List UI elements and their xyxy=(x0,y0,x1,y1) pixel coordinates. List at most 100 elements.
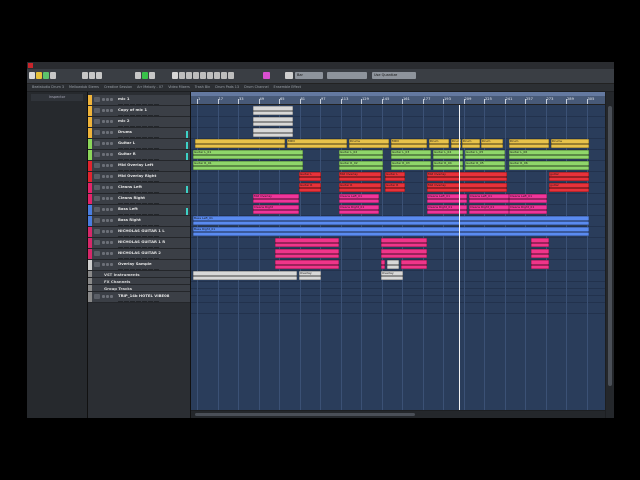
event-part[interactable] xyxy=(193,271,297,280)
zoom-tool[interactable] xyxy=(207,72,213,79)
track-name[interactable]: mic 2 xyxy=(118,118,129,123)
event-part[interactable] xyxy=(531,260,549,269)
track-name[interactable]: Mid Overlay Left xyxy=(118,162,153,167)
track-row[interactable]: TRIP_14b HOTEL VIBE08 xyxy=(88,292,190,303)
track-row[interactable]: Guitar L xyxy=(88,139,190,150)
track-monitor-button[interactable] xyxy=(94,251,100,256)
track-name[interactable]: FX Channels xyxy=(104,279,130,284)
track-row[interactable]: Cleans Left xyxy=(88,183,190,194)
track-mute-solo-buttons[interactable] xyxy=(102,229,116,233)
event-part[interactable]: guitar xyxy=(549,172,589,181)
track-mute-solo-buttons[interactable] xyxy=(102,294,116,298)
track-controls[interactable] xyxy=(118,300,160,302)
transport-rewind-button[interactable] xyxy=(82,72,88,79)
track-row[interactable]: Group Tracks xyxy=(88,285,190,292)
track-mute-solo-buttons[interactable] xyxy=(102,130,116,134)
track-monitor-button[interactable] xyxy=(94,196,100,201)
track-name[interactable]: Bass Right xyxy=(118,217,141,222)
split-tool[interactable] xyxy=(186,72,192,79)
event-display[interactable]: MIDI Drums MIDI Drum Drum Drum Drum Drum Drums Gu… xyxy=(191,105,605,410)
constrain-delay-button[interactable] xyxy=(36,72,42,79)
track-monitor-button[interactable] xyxy=(94,130,100,135)
track-monitor-button[interactable] xyxy=(94,163,100,168)
track-monitor-button[interactable] xyxy=(94,108,100,113)
track-mute-solo-buttons[interactable] xyxy=(102,108,116,112)
locator-range[interactable] xyxy=(191,92,605,96)
event-part[interactable] xyxy=(381,238,427,247)
track-name[interactable]: mic 1 xyxy=(118,96,129,101)
event-part[interactable]: Drum xyxy=(509,139,549,148)
event-part[interactable]: Drums xyxy=(349,139,389,148)
track-monitor-button[interactable] xyxy=(94,119,100,124)
write-automation-button[interactable] xyxy=(50,72,56,79)
event-part[interactable]: Guitar L xyxy=(385,172,405,181)
event-part[interactable]: Guitar R_01 xyxy=(193,161,303,170)
track-monitor-button[interactable] xyxy=(94,240,100,245)
info-line-field[interactable]: Trash Bin xyxy=(195,84,210,91)
track-monitor-button[interactable] xyxy=(94,207,100,212)
track-name[interactable]: Cleans Right xyxy=(118,195,145,200)
event-part[interactable]: Cleans Left_01 xyxy=(339,194,379,203)
event-part[interactable]: Guitar R xyxy=(385,183,405,192)
event-part[interactable]: Cleans Right_01 xyxy=(469,205,509,214)
event-part[interactable] xyxy=(275,260,339,269)
event-part[interactable]: Cleans Right xyxy=(253,205,299,214)
transport-stop-button[interactable] xyxy=(135,72,141,79)
transport-forward-button[interactable] xyxy=(89,72,95,79)
track-name[interactable]: VST Instruments xyxy=(104,272,140,277)
activate-project-button[interactable] xyxy=(29,72,35,79)
event-part[interactable]: Bass Right_01 xyxy=(193,227,589,236)
track-row[interactable]: Bass Left xyxy=(88,205,190,216)
event-part[interactable]: Bass Left_01 xyxy=(193,216,589,225)
track-name[interactable]: Drums xyxy=(118,129,132,134)
track-monitor-button[interactable] xyxy=(94,141,100,146)
event-part[interactable]: MIDI xyxy=(287,139,347,148)
transport-play-button[interactable] xyxy=(142,72,148,79)
track-mute-solo-buttons[interactable] xyxy=(102,174,116,178)
track-name[interactable]: Mid Overlay Right xyxy=(118,173,156,178)
snap-toggle[interactable] xyxy=(285,72,293,79)
draw-tool[interactable] xyxy=(221,72,227,79)
event-part[interactable]: Guitar L_05 xyxy=(465,150,505,159)
color-tool[interactable] xyxy=(263,72,270,79)
info-line-field[interactable]: Creative Session xyxy=(104,84,132,91)
event-part[interactable]: Overlay xyxy=(381,271,403,280)
event-part[interactable] xyxy=(381,249,427,258)
info-line-field[interactable]: Drum Channel xyxy=(244,84,268,91)
event-part[interactable]: Guitar L_02 xyxy=(339,150,383,159)
event-part[interactable]: Drum xyxy=(429,139,449,148)
info-line-field[interactable]: Beatstudio Drum 3 xyxy=(32,84,64,91)
event-part[interactable]: Guitar R_03 xyxy=(391,161,431,170)
track-monitor-button[interactable] xyxy=(94,218,100,223)
track-mute-solo-buttons[interactable] xyxy=(102,262,116,266)
track-name[interactable]: Guitar L xyxy=(118,140,135,145)
track-monitor-button[interactable] xyxy=(94,152,100,157)
track-row[interactable]: mic 2 xyxy=(88,117,190,128)
event-part[interactable]: Cleans Right_01 xyxy=(427,205,467,214)
track-monitor-button[interactable] xyxy=(94,262,100,267)
event-part[interactable] xyxy=(387,260,399,269)
track-mute-solo-buttons[interactable] xyxy=(102,207,116,211)
event-part[interactable]: Guitar R_05 xyxy=(465,161,505,170)
track-monitor-button[interactable] xyxy=(94,229,100,234)
track-row[interactable]: Copy of mic 1 xyxy=(88,106,190,117)
project-cursor[interactable] xyxy=(459,105,460,410)
timeline-ruler[interactable]: 1 17 33 49 65 81 97 113 129 145 161 177 193 209 225 241… xyxy=(191,92,605,105)
track-monitor-button[interactable] xyxy=(94,185,100,190)
event-part[interactable]: Guitar L_06 xyxy=(509,150,589,159)
transport-start-button[interactable] xyxy=(96,72,102,79)
vertical-scrollbar[interactable] xyxy=(606,92,614,418)
track-mute-solo-buttons[interactable] xyxy=(102,185,116,189)
event-part[interactable]: Cleans Left_01 xyxy=(427,194,467,203)
read-automation-button[interactable] xyxy=(43,72,49,79)
track-mute-solo-buttons[interactable] xyxy=(102,163,116,167)
track-mute-solo-buttons[interactable] xyxy=(102,218,116,222)
track-mute-solo-buttons[interactable] xyxy=(102,152,116,156)
event-part[interactable]: Drums xyxy=(551,139,589,148)
event-part[interactable]: Cleans Left_01 xyxy=(469,194,509,203)
track-row[interactable]: Bass Right xyxy=(88,216,190,227)
track-row[interactable]: NICHOLAS GUITAR 1 L xyxy=(88,227,190,238)
track-name[interactable]: Guitar R xyxy=(118,151,136,156)
track-name[interactable]: Cleans Left xyxy=(118,184,142,189)
info-line-field[interactable]: Arr Melody - 07 xyxy=(137,84,163,91)
